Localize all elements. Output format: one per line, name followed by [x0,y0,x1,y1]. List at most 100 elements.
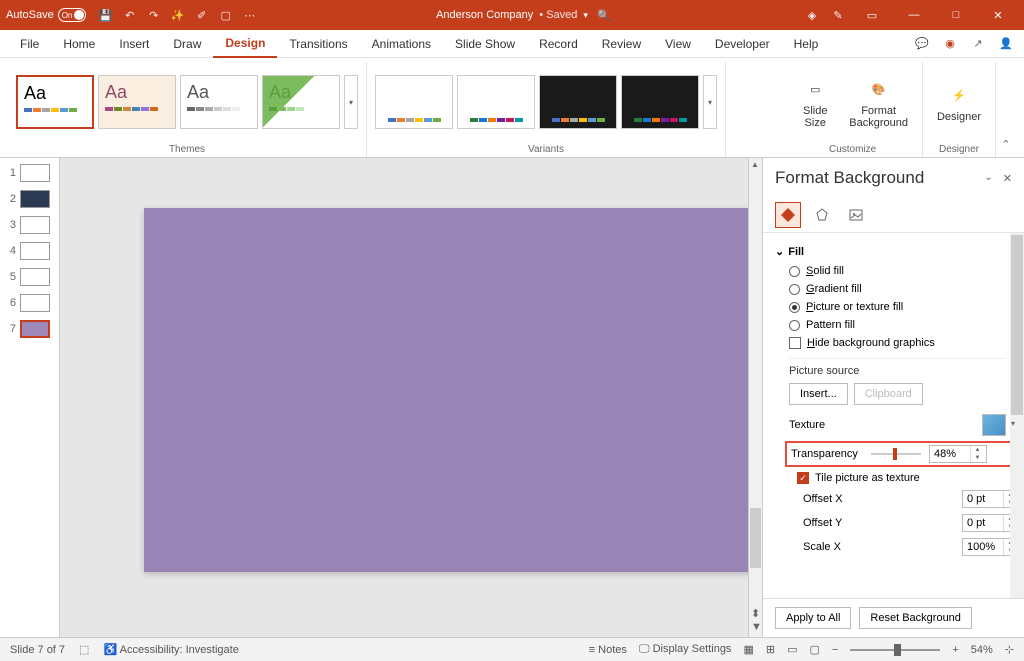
variant-2[interactable] [457,75,535,129]
theme-3[interactable]: Aa [180,75,258,129]
pen-icon[interactable]: ✎ [828,5,848,25]
format-background-button[interactable]: 🎨Format Background [843,71,914,133]
reading-view-icon[interactable]: ▭ [787,643,797,656]
zoom-out-button[interactable]: − [832,644,838,656]
slideshow-view-icon[interactable]: ▢ [809,643,819,656]
pane-body: ⌄Fill Solid fill Gradient fill Picture o… [763,233,1024,598]
tab-design[interactable]: Design [213,30,277,58]
apply-all-button[interactable]: Apply to All [775,607,851,629]
zoom-in-button[interactable]: + [952,644,958,656]
tile-check[interactable]: ✓Tile picture as texture [775,469,1020,487]
minimize-button[interactable]: — [894,1,934,29]
transparency-slider[interactable] [871,453,921,455]
slide-thumb-1[interactable]: 1 [0,164,59,182]
save-icon[interactable]: 💾 [96,5,116,25]
theme-1[interactable]: Aa [16,75,94,129]
record-icon[interactable]: ◉ [940,34,960,54]
notes-button[interactable]: ≡ Notes [589,644,627,656]
picture-fill-radio[interactable]: Picture or texture fill [775,298,1020,316]
tab-help[interactable]: Help [782,31,831,57]
accessibility-status[interactable]: ♿ Accessibility: Investigate [103,643,238,656]
search-icon[interactable]: 🔍 [594,5,614,25]
sorter-view-icon[interactable]: ⊞ [766,643,775,656]
ribbon-mode-icon[interactable]: ▭ [852,1,892,29]
autosave-label: AutoSave [6,9,54,21]
diamond-icon[interactable]: ◈ [802,5,822,25]
solid-fill-radio[interactable]: Solid fill [775,262,1020,280]
tab-slideshow[interactable]: Slide Show [443,31,527,57]
texture-picker[interactable] [982,414,1006,436]
present-icon[interactable]: ▢ [216,5,236,25]
close-button[interactable]: ✕ [978,1,1018,29]
tab-insert[interactable]: Insert [107,31,161,57]
autosave-state: On [62,11,73,20]
variant-4[interactable] [621,75,699,129]
tab-draw[interactable]: Draw [161,31,213,57]
language-icon[interactable]: ⬚ [79,643,89,656]
vertical-scrollbar[interactable]: ▲ ⬍▼ [748,158,762,637]
reset-background-button[interactable]: Reset Background [859,607,972,629]
ribbon-tabs: File Home Insert Draw Design Transitions… [0,30,1024,58]
tab-transitions[interactable]: Transitions [277,31,359,57]
pane-options-icon[interactable]: ⌄ [984,172,992,185]
slide-thumbnails: 1 2 3 4 5 6 7 [0,158,60,637]
theme-4[interactable]: Aa [262,75,340,129]
magic-icon[interactable]: ✨ [168,5,188,25]
variant-3[interactable] [539,75,617,129]
account-icon[interactable]: 👤 [996,34,1016,54]
theme-2[interactable]: Aa [98,75,176,129]
insert-button[interactable]: Insert... [789,383,848,405]
pattern-fill-radio[interactable]: Pattern fill [775,316,1020,334]
share-icon[interactable]: ↗ [968,34,988,54]
slide-size-button[interactable]: ▭Slide Size [791,71,839,133]
group-themes: Aa Aa Aa Aa ▾ Themes [8,62,367,157]
effects-tab-icon[interactable] [809,202,835,228]
variant-1[interactable] [375,75,453,129]
scale-x-row: Scale X ▲▼ [775,535,1020,559]
slide-counter[interactable]: Slide 7 of 7 [10,644,65,656]
hide-graphics-check[interactable]: Hide background graphics [775,334,1020,352]
zoom-level[interactable]: 54% [971,644,993,656]
autosave-toggle[interactable]: AutoSave On [6,8,86,22]
fit-window-icon[interactable]: ⊹ [1005,643,1014,656]
workspace: 1 2 3 4 5 6 7 ▲ ⬍▼ Format Background ⌄ ✕ [0,158,1024,637]
slide-thumb-5[interactable]: 5 [0,268,59,286]
tab-view[interactable]: View [653,31,703,57]
maximize-button[interactable]: □ [936,1,976,29]
slide-thumb-2[interactable]: 2 [0,190,59,208]
collapse-ribbon[interactable]: ⌃ [996,62,1016,157]
undo-icon[interactable]: ↶ [120,5,140,25]
fill-section[interactable]: ⌄Fill [775,241,1020,262]
redo-icon[interactable]: ↷ [144,5,164,25]
comments-icon[interactable]: 💬 [912,34,932,54]
display-settings-button[interactable]: 🖵 Display Settings [639,643,732,656]
fill-tab-icon[interactable] [775,202,801,228]
pane-title: Format Background [775,168,924,188]
qat-more-icon[interactable]: ⋯ [240,5,260,25]
normal-view-icon[interactable]: ▦ [743,643,753,656]
tab-animations[interactable]: Animations [360,31,443,57]
pane-scrollbar[interactable] [1010,233,1024,598]
tab-developer[interactable]: Developer [703,31,782,57]
slide-thumb-6[interactable]: 6 [0,294,59,312]
document-title[interactable]: Anderson Company • Saved ▾ [436,9,588,21]
picture-tab-icon[interactable] [843,202,869,228]
tab-record[interactable]: Record [527,31,590,57]
tab-review[interactable]: Review [590,31,653,57]
clipboard-button[interactable]: Clipboard [854,383,923,405]
slide-canvas[interactable] [144,208,762,572]
tab-home[interactable]: Home [51,31,107,57]
tab-file[interactable]: File [8,31,51,57]
slide-thumb-3[interactable]: 3 [0,216,59,234]
themes-more[interactable]: ▾ [344,75,358,129]
variants-more[interactable]: ▾ [703,75,717,129]
slide-thumb-7[interactable]: 7 [0,320,59,338]
designer-button[interactable]: ⚡Designer [931,77,987,127]
zoom-slider[interactable] [850,649,940,651]
slide-thumb-4[interactable]: 4 [0,242,59,260]
touch-icon[interactable]: ✐ [192,5,212,25]
transparency-spinner[interactable]: ▲▼ [929,445,987,463]
gradient-fill-radio[interactable]: Gradient fill [775,280,1020,298]
pane-close-icon[interactable]: ✕ [1003,172,1012,185]
transparency-row-highlight: Transparency ▲▼ [785,441,1012,467]
